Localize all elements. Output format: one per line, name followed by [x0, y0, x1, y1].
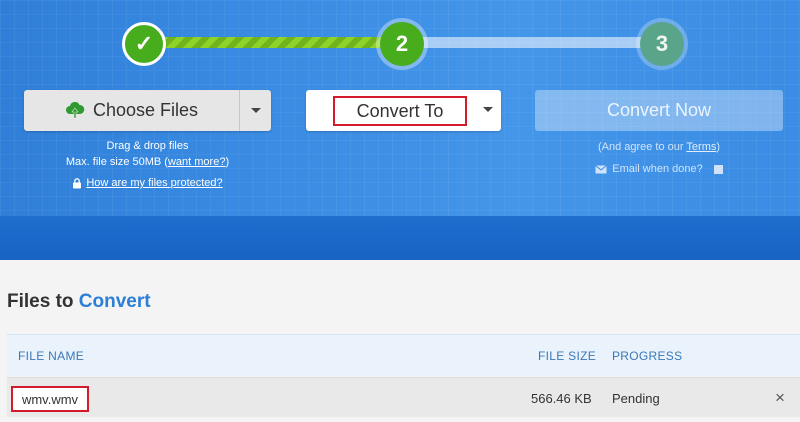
terms-prefix: (And agree to our [597, 141, 687, 153]
max-file-size-suffix: ) [225, 156, 230, 168]
files-table-header: FILE NAME FILE SIZE PROGRESS [7, 334, 800, 376]
terms-agreement: (And agree to our Terms) [535, 141, 783, 153]
file-size-cell: 566.46 KB [531, 391, 592, 406]
convert-to-caret [483, 107, 493, 112]
terms-link[interactable]: Terms [686, 141, 716, 153]
email-when-done-row: Email when done? [535, 163, 783, 175]
step-3-indicator: 3 [640, 22, 684, 66]
step-progress-remaining [420, 37, 650, 48]
drag-drop-hint: Drag & drop files [106, 140, 189, 152]
email-when-done-checkbox[interactable] [713, 164, 723, 174]
convert-to-label: Convert To [333, 96, 467, 126]
chevron-down-icon [250, 108, 261, 113]
terms-suffix: ) [716, 141, 721, 153]
files-section-title: Files to Convert [7, 291, 151, 313]
step-progress-completed [160, 37, 390, 48]
column-header-file-name: FILE NAME [18, 349, 85, 363]
remove-file-close-icon[interactable]: × [775, 388, 785, 408]
hero-bottom-band [0, 216, 800, 260]
files-title-accent: Convert [78, 291, 151, 312]
email-when-done-label: Email when done? [612, 163, 703, 175]
chevron-down-icon [483, 107, 493, 112]
convert-now-button[interactable]: Convert Now [535, 90, 783, 131]
file-status-cell: Pending [612, 391, 660, 406]
want-more-link[interactable]: want more? [168, 156, 225, 168]
files-title-prefix: Files to [7, 291, 79, 312]
files-protected-link[interactable]: How are my files protected? [86, 177, 222, 189]
lock-icon [73, 177, 82, 188]
column-header-file-size: FILE SIZE [538, 349, 597, 363]
file-name-cell: wmv.wmv [11, 386, 89, 412]
choose-files-label: Choose Files [92, 100, 199, 120]
convert-to-dropdown[interactable]: Convert To [306, 90, 501, 131]
choose-files-button[interactable]: Choose Files [24, 90, 271, 131]
column-header-progress: PROGRESS [612, 349, 683, 363]
max-file-size-text: Max. file size 50MB ( [65, 156, 168, 168]
table-row: wmv.wmv 566.46 KB Pending × [7, 377, 800, 417]
envelope-icon [595, 164, 608, 173]
step-1-checkmark-icon: ✓ [122, 22, 166, 66]
hero-panel: ✓ 2 3 Choose Files Drag & drop files Max… [0, 0, 800, 260]
step-2-indicator: 2 [380, 22, 424, 66]
max-file-size-hint: Max. file size 50MB (want more?) [24, 156, 271, 168]
choose-files-main[interactable]: Choose Files [24, 90, 239, 131]
cloud-upload-icon [65, 101, 85, 118]
files-protected-row: How are my files protected? [24, 177, 271, 189]
choose-files-dropdown-toggle[interactable] [239, 90, 271, 131]
